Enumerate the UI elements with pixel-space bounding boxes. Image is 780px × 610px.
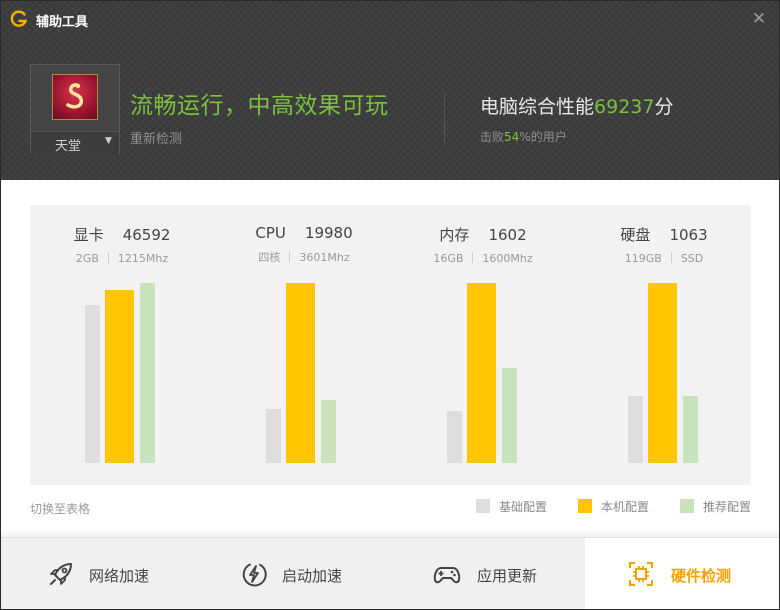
beat-percent: 54 — [504, 130, 520, 144]
group-spec: 1600Mhz — [482, 252, 533, 265]
group-title: CPU 19980 — [229, 224, 379, 242]
tab-label: 应用更新 — [477, 567, 538, 585]
legend-item: 推荐配置 — [680, 498, 751, 515]
switch-to-table-link[interactable]: 切换至表格 — [30, 500, 90, 517]
game-icon — [52, 74, 98, 120]
game-selector[interactable]: 天堂 ▼ — [30, 64, 120, 154]
lightning-icon — [242, 563, 267, 587]
group-score: 1602 — [488, 226, 527, 244]
group-spec: 3601Mhz — [299, 251, 350, 264]
tab-label: 启动加速 — [282, 567, 343, 585]
chart-group-head: 显卡 46592 2GB 1215Mhz — [47, 224, 197, 265]
chip-icon — [629, 562, 653, 586]
tab-app-update[interactable]: 应用更新 — [391, 538, 585, 609]
group-score: 19980 — [304, 224, 353, 242]
bar-base — [266, 409, 281, 463]
group-score: 46592 — [122, 226, 171, 244]
legend-label: 本机配置 — [601, 500, 650, 514]
score-unit: 分 — [654, 96, 674, 118]
bar-recommended — [683, 396, 698, 463]
chart-group-head: 硬盘 1063 119GB SSD — [589, 224, 739, 265]
bar-recommended — [502, 368, 517, 463]
group-title: 硬盘 1063 — [589, 224, 739, 245]
group-name: 硬盘 — [620, 226, 651, 244]
legend-swatch — [680, 499, 694, 513]
group-spec: 1215Mhz — [117, 252, 169, 265]
bar-mine — [467, 283, 496, 463]
chevron-down-icon: ▼ — [105, 136, 112, 146]
legend-swatch — [578, 499, 592, 513]
bar-mine — [286, 283, 315, 463]
footer-shadow — [1, 529, 779, 537]
status-title: 流畅运行，中高效果可玩 — [130, 93, 389, 119]
tab-label: 网络加速 — [89, 567, 150, 585]
chart-group-head: 内存 1602 16GB 1600Mhz — [408, 224, 558, 265]
app-title: 辅助工具 — [36, 15, 89, 30]
game-dropdown[interactable]: 天堂 ▼ — [31, 131, 119, 154]
beat-suffix: %的用户 — [519, 130, 567, 144]
bar-base — [628, 396, 643, 463]
beat-line: 击败54%的用户 — [480, 128, 567, 145]
bar-recommended — [321, 400, 336, 463]
legend-item: 基础配置 — [476, 498, 547, 515]
app-logo-icon — [10, 10, 28, 27]
group-specs: 119GB SSD — [589, 252, 739, 265]
close-icon[interactable]: ✕ — [749, 9, 769, 29]
group-title: 显卡 46592 — [47, 224, 197, 245]
bottom-nav: 网络加速 启动加速 应用更新 硬件检测 — [1, 537, 779, 609]
group-specs: 16GB 1600Mhz — [408, 252, 558, 265]
bar-base — [85, 305, 100, 463]
header: 辅助工具 ✕ 天堂 ▼ 流畅运行，中高效果可玩 重新检测 电脑综合性能69237… — [1, 1, 779, 180]
score-value: 69237 — [594, 96, 655, 118]
score-prefix: 电脑综合性能 — [480, 96, 595, 118]
legend-swatch — [476, 499, 490, 513]
group-spec: 16GB — [433, 252, 464, 265]
group-name: 显卡 — [73, 226, 104, 244]
recheck-link[interactable]: 重新检测 — [130, 128, 182, 147]
group-title: 内存 1602 — [408, 224, 558, 245]
tab-network-accel[interactable]: 网络加速 — [1, 538, 196, 609]
legend-label: 基础配置 — [499, 500, 548, 514]
group-specs: 2GB 1215Mhz — [47, 252, 197, 265]
app-window: 辅助工具 ✕ 天堂 ▼ 流畅运行，中高效果可玩 重新检测 电脑综合性能69237… — [0, 0, 780, 610]
rocket-icon — [50, 563, 72, 585]
group-name: CPU — [255, 224, 286, 242]
group-spec: 2GB — [75, 252, 99, 265]
game-emblem-icon — [66, 83, 84, 109]
group-name: 内存 — [439, 226, 470, 244]
legend-item: 本机配置 — [578, 498, 649, 515]
bar-mine — [105, 290, 134, 463]
group-specs: 四核 3601Mhz — [229, 249, 379, 265]
group-spec: 四核 — [258, 251, 281, 264]
tab-hardware-check[interactable]: 硬件检测 — [585, 538, 779, 609]
bar-recommended — [140, 283, 155, 463]
hardware-chart: 显卡 46592 2GB 1215Mhz CPU 19980 四核 3601Mhz … — [30, 205, 751, 485]
divider — [444, 93, 445, 145]
tab-startup-accel[interactable]: 启动加速 — [196, 538, 391, 609]
score-line: 电脑综合性能69237分 — [480, 92, 673, 119]
tab-label: 硬件检测 — [671, 567, 732, 585]
chart-group-head: CPU 19980 四核 3601Mhz — [229, 224, 379, 265]
group-spec: SSD — [680, 252, 704, 265]
group-score: 1063 — [669, 226, 708, 244]
bar-base — [447, 411, 462, 463]
group-spec: 119GB — [624, 252, 662, 265]
beat-prefix: 击败 — [480, 130, 505, 144]
bar-mine — [648, 283, 677, 463]
legend-label: 推荐配置 — [703, 500, 752, 514]
gamepad-icon — [433, 567, 461, 584]
game-name: 天堂 — [55, 139, 82, 154]
